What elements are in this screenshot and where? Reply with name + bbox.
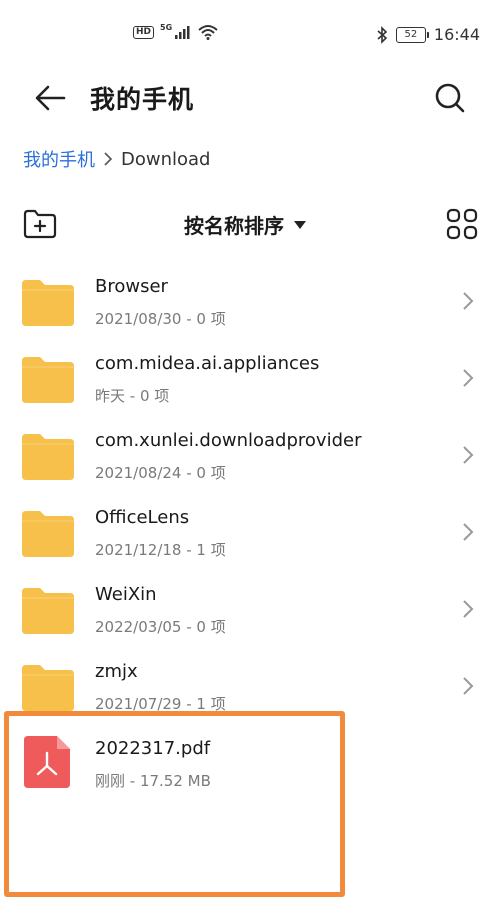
folder-icon xyxy=(22,665,74,711)
item-meta: 2021/07/29 - 1 项 xyxy=(95,695,226,713)
back-button[interactable] xyxy=(30,78,70,118)
item-name: zmjx xyxy=(95,661,138,682)
chevron-right-icon xyxy=(463,369,474,387)
new-folder-button[interactable] xyxy=(22,206,58,242)
signal-icon xyxy=(175,26,190,39)
item-name: Browser xyxy=(95,276,168,297)
status-left: HD 5G xyxy=(133,22,218,40)
app-header: 我的手机 xyxy=(0,72,500,124)
list-item[interactable]: com.xunlei.downloadprovider 2021/08/24 -… xyxy=(0,416,500,493)
list-item[interactable]: com.midea.ai.appliances 昨天 - 0 项 xyxy=(0,339,500,416)
list-item[interactable]: WeiXin 2022/03/05 - 0 项 xyxy=(0,570,500,647)
item-name: OfficeLens xyxy=(95,507,190,528)
toolbar: 按名称排序 xyxy=(0,202,500,246)
pdf-file-icon xyxy=(24,736,70,788)
breadcrumb-chevron-icon xyxy=(104,152,113,166)
hd-badge: HD xyxy=(133,25,155,39)
page-title: 我的手机 xyxy=(90,85,195,114)
status-bar: HD 5G 52 16:44 xyxy=(0,0,500,60)
folder-icon xyxy=(22,434,74,480)
search-icon xyxy=(435,83,465,113)
breadcrumb-current: Download xyxy=(121,148,211,170)
chevron-right-icon xyxy=(463,523,474,541)
status-right: 52 16:44 xyxy=(376,25,480,44)
item-meta: 2021/08/24 - 0 项 xyxy=(95,464,226,482)
grid-view-button[interactable] xyxy=(444,206,480,242)
item-meta: 2021/12/18 - 1 项 xyxy=(95,541,226,559)
battery-indicator: 52 xyxy=(395,26,429,43)
caret-down-icon xyxy=(294,220,306,229)
folder-icon xyxy=(22,357,74,403)
item-name: com.midea.ai.appliances xyxy=(95,353,320,374)
list-item[interactable]: OfficeLens 2021/12/18 - 1 项 xyxy=(0,493,500,570)
item-meta: 2021/08/30 - 0 项 xyxy=(95,310,226,328)
list-item-pdf[interactable]: 2022317.pdf 刚刚 - 17.52 MB xyxy=(0,724,500,801)
chevron-right-icon xyxy=(463,600,474,618)
item-name: 2022317.pdf xyxy=(95,738,211,759)
chevron-right-icon xyxy=(463,292,474,310)
search-button[interactable] xyxy=(430,78,470,118)
folder-icon xyxy=(22,280,74,326)
folder-icon xyxy=(22,511,74,557)
item-meta: 昨天 - 0 项 xyxy=(95,387,170,405)
bluetooth-icon xyxy=(377,25,388,44)
status-time: 16:44 xyxy=(433,25,480,44)
sort-label: 按名称排序 xyxy=(184,214,284,238)
grid-view-icon xyxy=(446,208,478,240)
wifi-icon xyxy=(198,25,218,40)
breadcrumb-root[interactable]: 我的手机 xyxy=(23,146,95,172)
folder-icon xyxy=(22,588,74,634)
new-folder-icon xyxy=(23,209,57,239)
chevron-right-icon xyxy=(463,446,474,464)
breadcrumb: 我的手机 Download xyxy=(23,146,210,172)
item-meta: 2022/03/05 - 0 项 xyxy=(95,618,226,636)
chevron-right-icon xyxy=(463,677,474,695)
back-arrow-icon xyxy=(35,85,66,111)
item-name: com.xunlei.downloadprovider xyxy=(95,430,362,451)
item-meta: 刚刚 - 17.52 MB xyxy=(95,772,211,790)
network-type: 5G xyxy=(160,22,173,32)
sort-dropdown[interactable]: 按名称排序 xyxy=(184,210,306,239)
list-item[interactable]: Browser 2021/08/30 - 0 项 xyxy=(0,262,500,339)
list-item[interactable]: zmjx 2021/07/29 - 1 项 xyxy=(0,647,500,724)
item-name: WeiXin xyxy=(95,584,157,605)
